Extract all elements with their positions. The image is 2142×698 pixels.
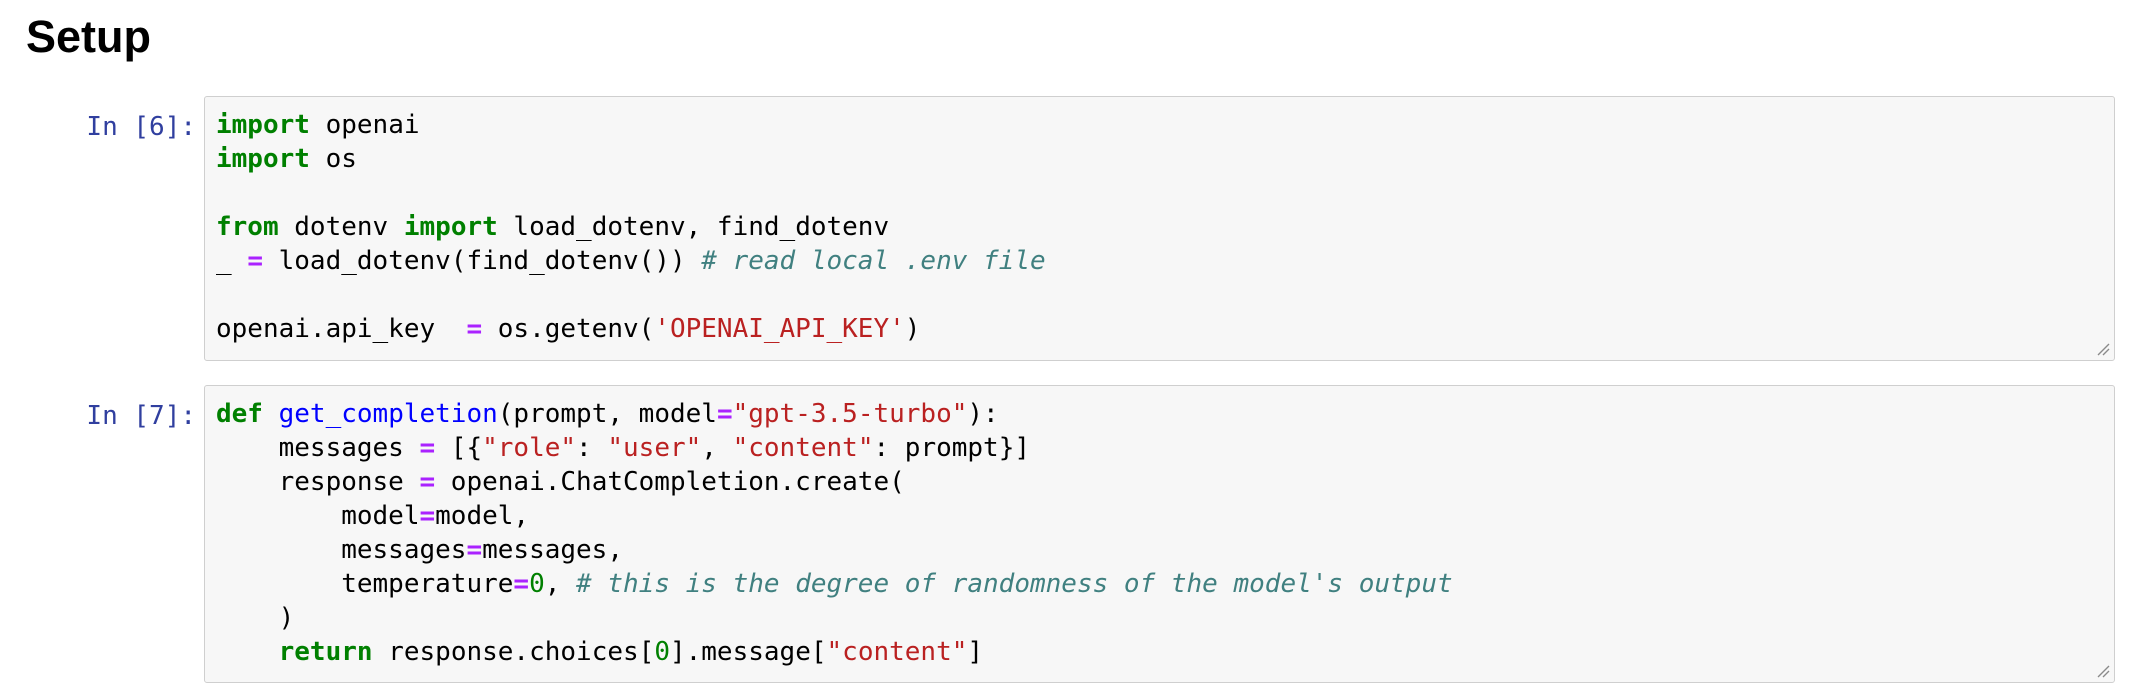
- code-token: :: [576, 433, 608, 463]
- string-token: "gpt-3.5-turbo": [732, 399, 968, 429]
- operator-token: =: [419, 433, 436, 463]
- code-token: [{: [435, 433, 483, 463]
- code-token: ):: [967, 399, 999, 429]
- code-line[interactable]: [216, 176, 1046, 210]
- string-token: "user": [607, 433, 702, 463]
- code-token: messages: [216, 535, 467, 565]
- keyword-token: import: [216, 144, 310, 174]
- operator-token: =: [466, 535, 483, 565]
- code-token: response.choices[: [372, 637, 655, 667]
- code-token: os.getenv(: [482, 314, 655, 344]
- code-token: _: [216, 246, 248, 276]
- keyword-token: return: [278, 637, 373, 667]
- code-editor[interactable]: def get_completion(prompt, model="gpt-3.…: [204, 385, 2115, 683]
- code-line[interactable]: messages=messages,: [216, 533, 1453, 567]
- resize-handle-icon[interactable]: [2096, 342, 2110, 356]
- code-text[interactable]: def get_completion(prompt, model="gpt-3.…: [216, 397, 1453, 669]
- code-line[interactable]: openai.api_key = os.getenv('OPENAI_API_K…: [216, 312, 1046, 346]
- code-line[interactable]: [216, 278, 1046, 312]
- code-line[interactable]: import os: [216, 142, 1046, 176]
- code-line[interactable]: ): [216, 601, 1453, 635]
- operator-token: =: [466, 314, 483, 344]
- code-token: dotenv: [278, 212, 404, 242]
- keyword-token: def: [216, 399, 263, 429]
- code-text[interactable]: import openai import os from dotenv import…: [216, 108, 1046, 346]
- input-prompt: In [7]:: [86, 401, 196, 431]
- code-token: openai.ChatCompletion.create(: [435, 467, 905, 497]
- code-line[interactable]: import openai: [216, 108, 1046, 142]
- code-line[interactable]: from dotenv import load_dotenv, find_dot…: [216, 210, 1046, 244]
- function-name-token: get_completion: [278, 399, 498, 429]
- string-token: "content": [732, 433, 874, 463]
- code-line[interactable]: response = openai.ChatCompletion.create(: [216, 465, 1453, 499]
- operator-token: =: [419, 501, 436, 531]
- code-token: load_dotenv(find_dotenv()): [262, 246, 702, 276]
- input-prompt: In [6]:: [86, 112, 196, 142]
- comment-token: # this is the degree of randomness of th…: [576, 569, 1453, 599]
- operator-token: =: [419, 467, 436, 497]
- comment-token: # read local .env file: [701, 246, 1046, 276]
- code-line[interactable]: return response.choices[0].message["cont…: [216, 635, 1453, 669]
- code-token: openai: [309, 110, 420, 140]
- code-line[interactable]: def get_completion(prompt, model="gpt-3.…: [216, 397, 1453, 431]
- operator-token: =: [513, 569, 530, 599]
- code-token: ): [904, 314, 921, 344]
- code-token: messages: [216, 433, 420, 463]
- code-token: ].message[: [669, 637, 827, 667]
- keyword-token: from: [216, 212, 279, 242]
- code-token: ,: [701, 433, 733, 463]
- code-token: : prompt}]: [873, 433, 1031, 463]
- code-token: ,: [544, 569, 577, 599]
- code-token: ): [216, 603, 295, 633]
- code-line[interactable]: _ = load_dotenv(find_dotenv()) # read lo…: [216, 244, 1046, 278]
- code-line[interactable]: messages = [{"role": "user", "content": …: [216, 431, 1453, 465]
- number-token: 0: [529, 569, 545, 599]
- code-editor[interactable]: import openai import os from dotenv import…: [204, 96, 2115, 361]
- code-token: load_dotenv, find_dotenv: [497, 212, 890, 242]
- code-token: openai.api_key: [216, 314, 467, 344]
- string-token: "content": [826, 637, 968, 667]
- keyword-token: import: [403, 212, 498, 242]
- code-token: os: [309, 144, 357, 174]
- code-line[interactable]: model=model,: [216, 499, 1453, 533]
- number-token: 0: [654, 637, 670, 667]
- code-token: messages,: [482, 535, 623, 565]
- string-token: 'OPENAI_API_KEY': [654, 314, 905, 344]
- string-token: "role": [482, 433, 577, 463]
- code-token: (prompt, model: [497, 399, 717, 429]
- code-token: model: [216, 501, 420, 531]
- section-heading: Setup: [26, 11, 152, 62]
- code-token: temperature: [216, 569, 514, 599]
- operator-token: =: [716, 399, 733, 429]
- keyword-token: import: [216, 110, 310, 140]
- resize-handle-icon[interactable]: [2096, 664, 2110, 678]
- code-token: response: [216, 467, 420, 497]
- code-token: model,: [435, 501, 530, 531]
- operator-token: =: [247, 246, 263, 276]
- code-line[interactable]: temperature=0, # this is the degree of r…: [216, 567, 1453, 601]
- code-token: ]: [967, 637, 984, 667]
